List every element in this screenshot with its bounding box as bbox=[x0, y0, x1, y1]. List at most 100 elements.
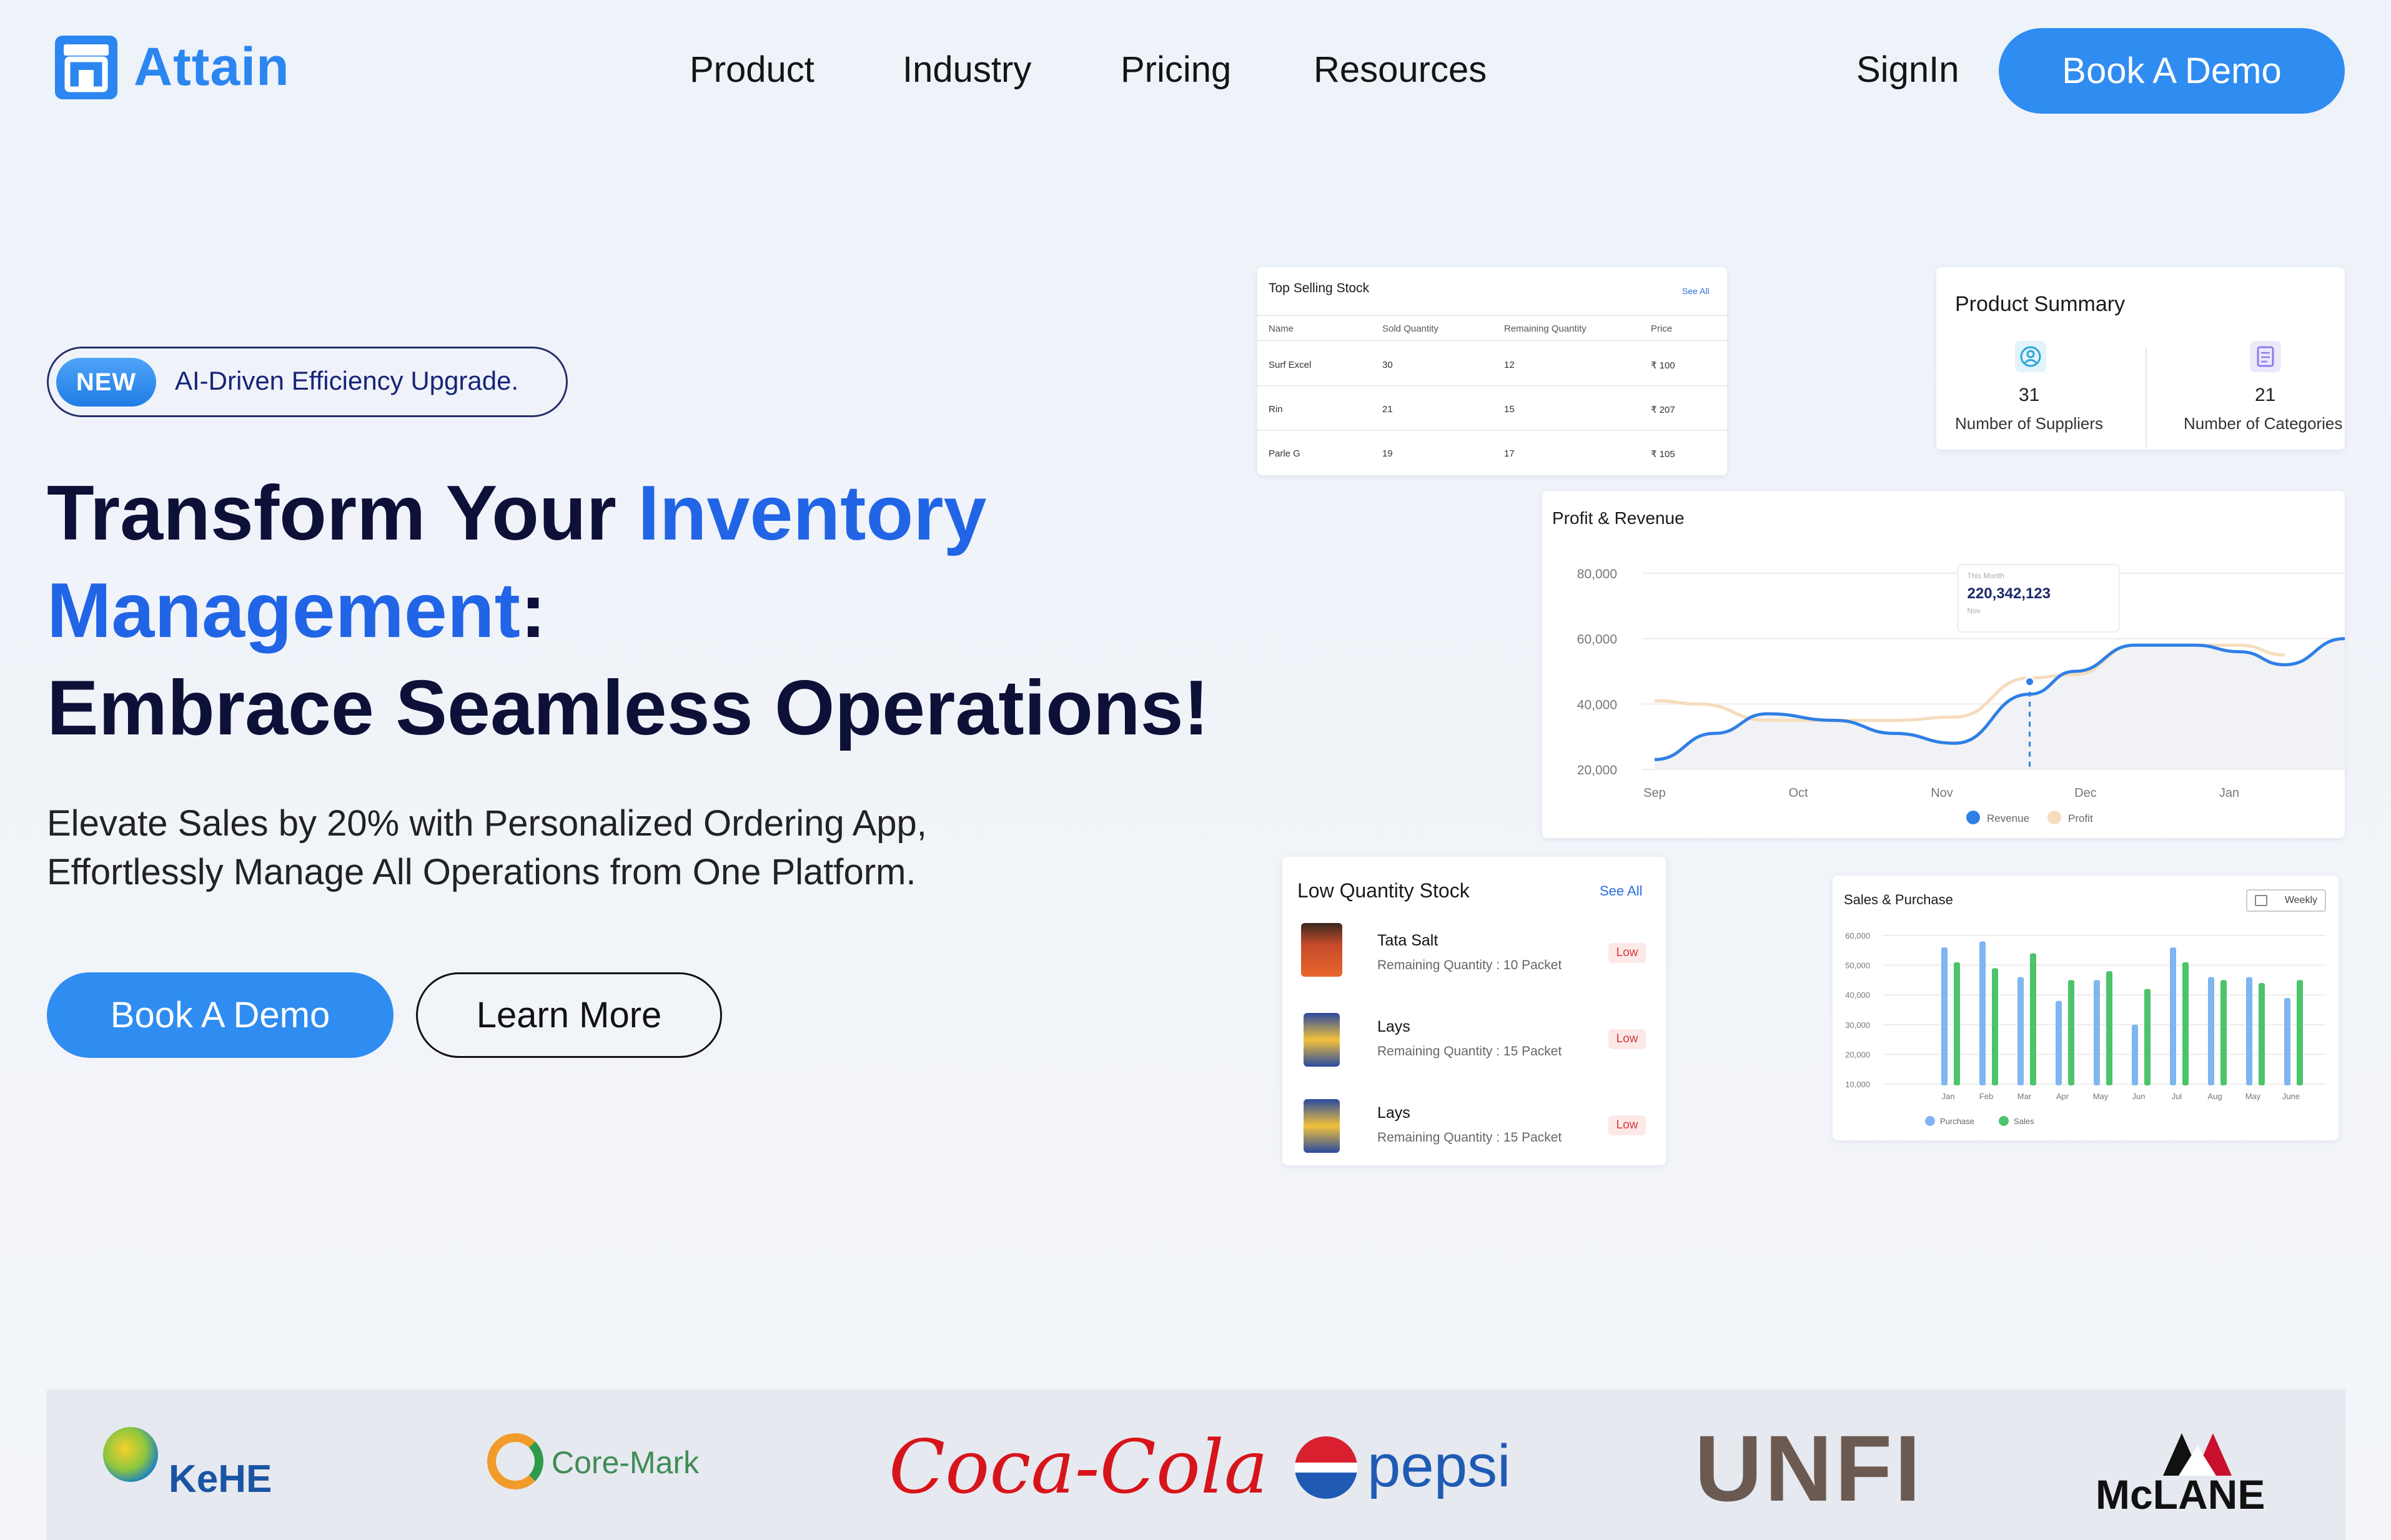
purchase-bar bbox=[2284, 997, 2290, 1085]
y-tick-label: 50,000 bbox=[1845, 961, 1870, 970]
profit-revenue-card: Profit & Revenue 80,000 60,000 40,000 20,00… bbox=[1542, 491, 2345, 838]
table-cell: 12 bbox=[1504, 360, 1515, 370]
brand-name[interactable]: Attain bbox=[134, 36, 290, 98]
table-cell: Surf Excel bbox=[1269, 360, 1312, 370]
lays-image bbox=[1304, 1013, 1340, 1067]
legend-profit-swatch bbox=[2047, 811, 2061, 824]
product-summary-card: Product Summary 31 Number of Suppliers 2… bbox=[1936, 267, 2345, 450]
table-cell: 19 bbox=[1382, 448, 1393, 459]
sales-bar bbox=[2068, 980, 2074, 1085]
x-tick-label: Nov bbox=[1931, 786, 1953, 800]
partner-logos-strip: KeHE Core-Mark Coca-Cola pepsi UNFI McLA… bbox=[47, 1389, 2345, 1540]
signin-link[interactable]: SignIn bbox=[1856, 49, 1959, 91]
sales-purchase-chart: 60,000 50,000 40,000 30,000 20,000 10,000 Jan F… bbox=[1845, 931, 2326, 1126]
see-all-link[interactable]: See All bbox=[1600, 883, 1643, 899]
x-tick-label: May bbox=[2093, 1092, 2109, 1101]
x-tick-label: May bbox=[2245, 1092, 2261, 1101]
marker-point bbox=[2024, 676, 2036, 688]
summary-value: 21 bbox=[2255, 385, 2276, 405]
user-circle-icon bbox=[2015, 341, 2046, 372]
purchase-bar bbox=[2208, 977, 2214, 1085]
y-tick-label: 20,000 bbox=[1577, 763, 1617, 777]
profit-revenue-chart: 80,000 60,000 40,000 20,000 Sep Oct Nov Dec Jan T… bbox=[1577, 564, 2345, 824]
x-tick-label: Jun bbox=[2132, 1092, 2146, 1101]
pepsi-globe-icon bbox=[1295, 1436, 1357, 1499]
card-title: Low Quantity Stock bbox=[1297, 879, 1470, 902]
sales-bar bbox=[2030, 953, 2036, 1085]
top-selling-card: Top Selling Stock See All Name Sold Quan… bbox=[1257, 267, 1727, 475]
tata-salt-image bbox=[1301, 923, 1342, 977]
purchase-bar bbox=[2132, 1024, 2138, 1085]
logo-unfi: UNFI bbox=[1695, 1416, 1923, 1521]
learn-more-button[interactable]: Learn More bbox=[416, 972, 722, 1058]
x-tick-label: Mar bbox=[2017, 1092, 2032, 1101]
logo-coremark: Core-Mark bbox=[552, 1445, 700, 1480]
nav-resources[interactable]: Resources bbox=[1314, 49, 1487, 91]
low-badge: Low bbox=[1608, 1115, 1646, 1135]
sales-bar bbox=[1954, 962, 1960, 1085]
summary-label: Number of Categories bbox=[2184, 414, 2343, 433]
table-cell: ₹ 207 bbox=[1651, 405, 1675, 415]
x-tick-label: Oct bbox=[1788, 786, 1808, 800]
x-tick-label: Feb bbox=[1979, 1092, 1993, 1101]
table-cell: Parle G bbox=[1269, 448, 1300, 459]
sales-bar bbox=[2297, 980, 2303, 1085]
logo-pepsi: pepsi bbox=[1367, 1433, 1511, 1499]
table-cell: ₹ 100 bbox=[1651, 360, 1675, 371]
legend-sales-label: Sales bbox=[2014, 1117, 2034, 1126]
hero-heading-line3: Embrace Seamless Operations! bbox=[47, 665, 1209, 751]
table-cell: 17 bbox=[1504, 448, 1515, 459]
lays-image bbox=[1304, 1099, 1340, 1153]
y-tick-label: 60,000 bbox=[1577, 633, 1617, 647]
legend-revenue-label: Revenue bbox=[1987, 812, 2029, 824]
table-cell: ₹ 105 bbox=[1651, 449, 1675, 460]
nav-industry[interactable]: Industry bbox=[903, 49, 1031, 91]
purchase-bar bbox=[1941, 947, 1948, 1085]
card-title: Product Summary bbox=[1955, 292, 2126, 316]
x-tick-label: June bbox=[2282, 1092, 2300, 1101]
table-cell: 21 bbox=[1382, 404, 1393, 415]
nav-book-demo-button[interactable]: Book A Demo bbox=[1999, 28, 2345, 114]
tooltip-label: This Month bbox=[1968, 571, 2004, 580]
sales-bar bbox=[1992, 968, 1998, 1085]
y-tick-label: 40,000 bbox=[1845, 990, 1870, 1000]
x-tick-label: Apr bbox=[2056, 1092, 2069, 1101]
new-badge: NEW bbox=[56, 358, 156, 407]
x-tick-label: Jul bbox=[2172, 1092, 2182, 1101]
see-all-link[interactable]: See All bbox=[1682, 286, 1710, 296]
legend-revenue-swatch bbox=[1966, 811, 1980, 824]
product-name: Lays bbox=[1377, 1018, 1410, 1035]
nav-pricing[interactable]: Pricing bbox=[1121, 49, 1231, 91]
product-name: Tata Salt bbox=[1377, 932, 1438, 949]
sales-bar bbox=[2220, 980, 2227, 1085]
hero-book-demo-button[interactable]: Book A Demo bbox=[47, 972, 394, 1058]
hero-heading-highlight: Inventory bbox=[638, 470, 987, 556]
x-tick-label: Sep bbox=[1643, 786, 1666, 800]
table-cell: 30 bbox=[1382, 360, 1393, 370]
legend-profit-label: Profit bbox=[2068, 812, 2093, 824]
legend-purchase-swatch bbox=[1925, 1116, 1935, 1126]
purchase-bar bbox=[2170, 947, 2176, 1085]
table-cell: 15 bbox=[1504, 404, 1515, 415]
x-tick-label: Jan bbox=[2219, 786, 2239, 800]
hero-heading-part: : bbox=[520, 568, 547, 654]
summary-label: Number of Suppliers bbox=[1955, 414, 2103, 433]
product-remaining: Remaining Quantity : 15 Packet bbox=[1377, 1130, 1562, 1145]
product-name: Lays bbox=[1377, 1104, 1410, 1122]
product-remaining: Remaining Quantity : 10 Packet bbox=[1377, 958, 1562, 972]
column-header: Remaining Quantity bbox=[1504, 323, 1587, 334]
sales-bar bbox=[2259, 983, 2265, 1085]
logo-coca-cola: Coca-Cola bbox=[889, 1424, 1269, 1510]
nav-product[interactable]: Product bbox=[690, 49, 814, 91]
tooltip-sub: Nov bbox=[1968, 606, 1981, 615]
hero-heading-highlight: Management bbox=[47, 568, 520, 654]
tooltip-value: 220,342,123 bbox=[1968, 585, 2051, 602]
x-tick-label: Jan bbox=[1942, 1092, 1955, 1101]
purchase-bar bbox=[2056, 1000, 2062, 1085]
purchase-bar bbox=[2246, 977, 2252, 1085]
brand-logo-icon[interactable] bbox=[55, 36, 117, 99]
card-title: Top Selling Stock bbox=[1269, 281, 1370, 295]
clipboard-icon bbox=[2250, 341, 2281, 372]
sales-bar bbox=[2106, 971, 2112, 1085]
y-tick-label: 30,000 bbox=[1845, 1020, 1870, 1030]
